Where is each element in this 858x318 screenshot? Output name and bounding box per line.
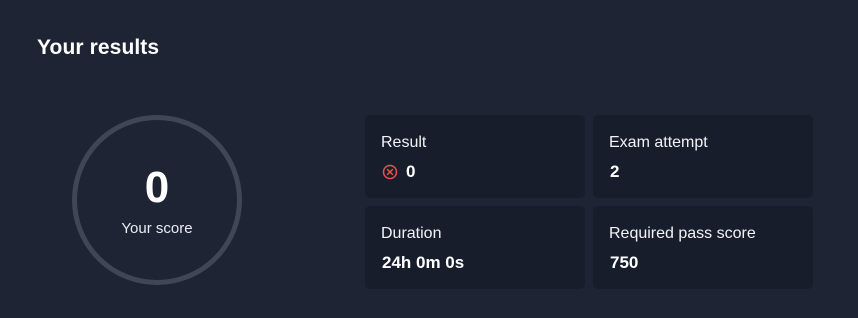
duration-label: Duration [381,225,442,242]
exam-attempt-value: 2 [610,162,620,181]
pass-score-card: Required pass score 750 [593,206,813,289]
fail-circle-x-icon [382,164,398,180]
score-ring: 0 Your score [72,115,242,285]
duration-value: 24h 0m 0s [382,253,465,272]
exam-attempt-label: Exam attempt [609,134,708,151]
results-panel: Your results 0 Your score Result 0 Exam … [0,0,858,318]
score-label: Your score [121,219,193,237]
page-title: Your results [37,36,160,59]
pass-score-value: 750 [610,253,639,272]
result-card: Result 0 [365,115,585,198]
exam-attempt-card: Exam attempt 2 [593,115,813,198]
result-value: 0 [406,162,416,181]
result-value-row: 0 [381,162,569,182]
result-label: Result [381,134,427,151]
duration-card: Duration 24h 0m 0s [365,206,585,289]
score-value: 0 [144,162,170,212]
pass-score-label: Required pass score [609,225,756,242]
